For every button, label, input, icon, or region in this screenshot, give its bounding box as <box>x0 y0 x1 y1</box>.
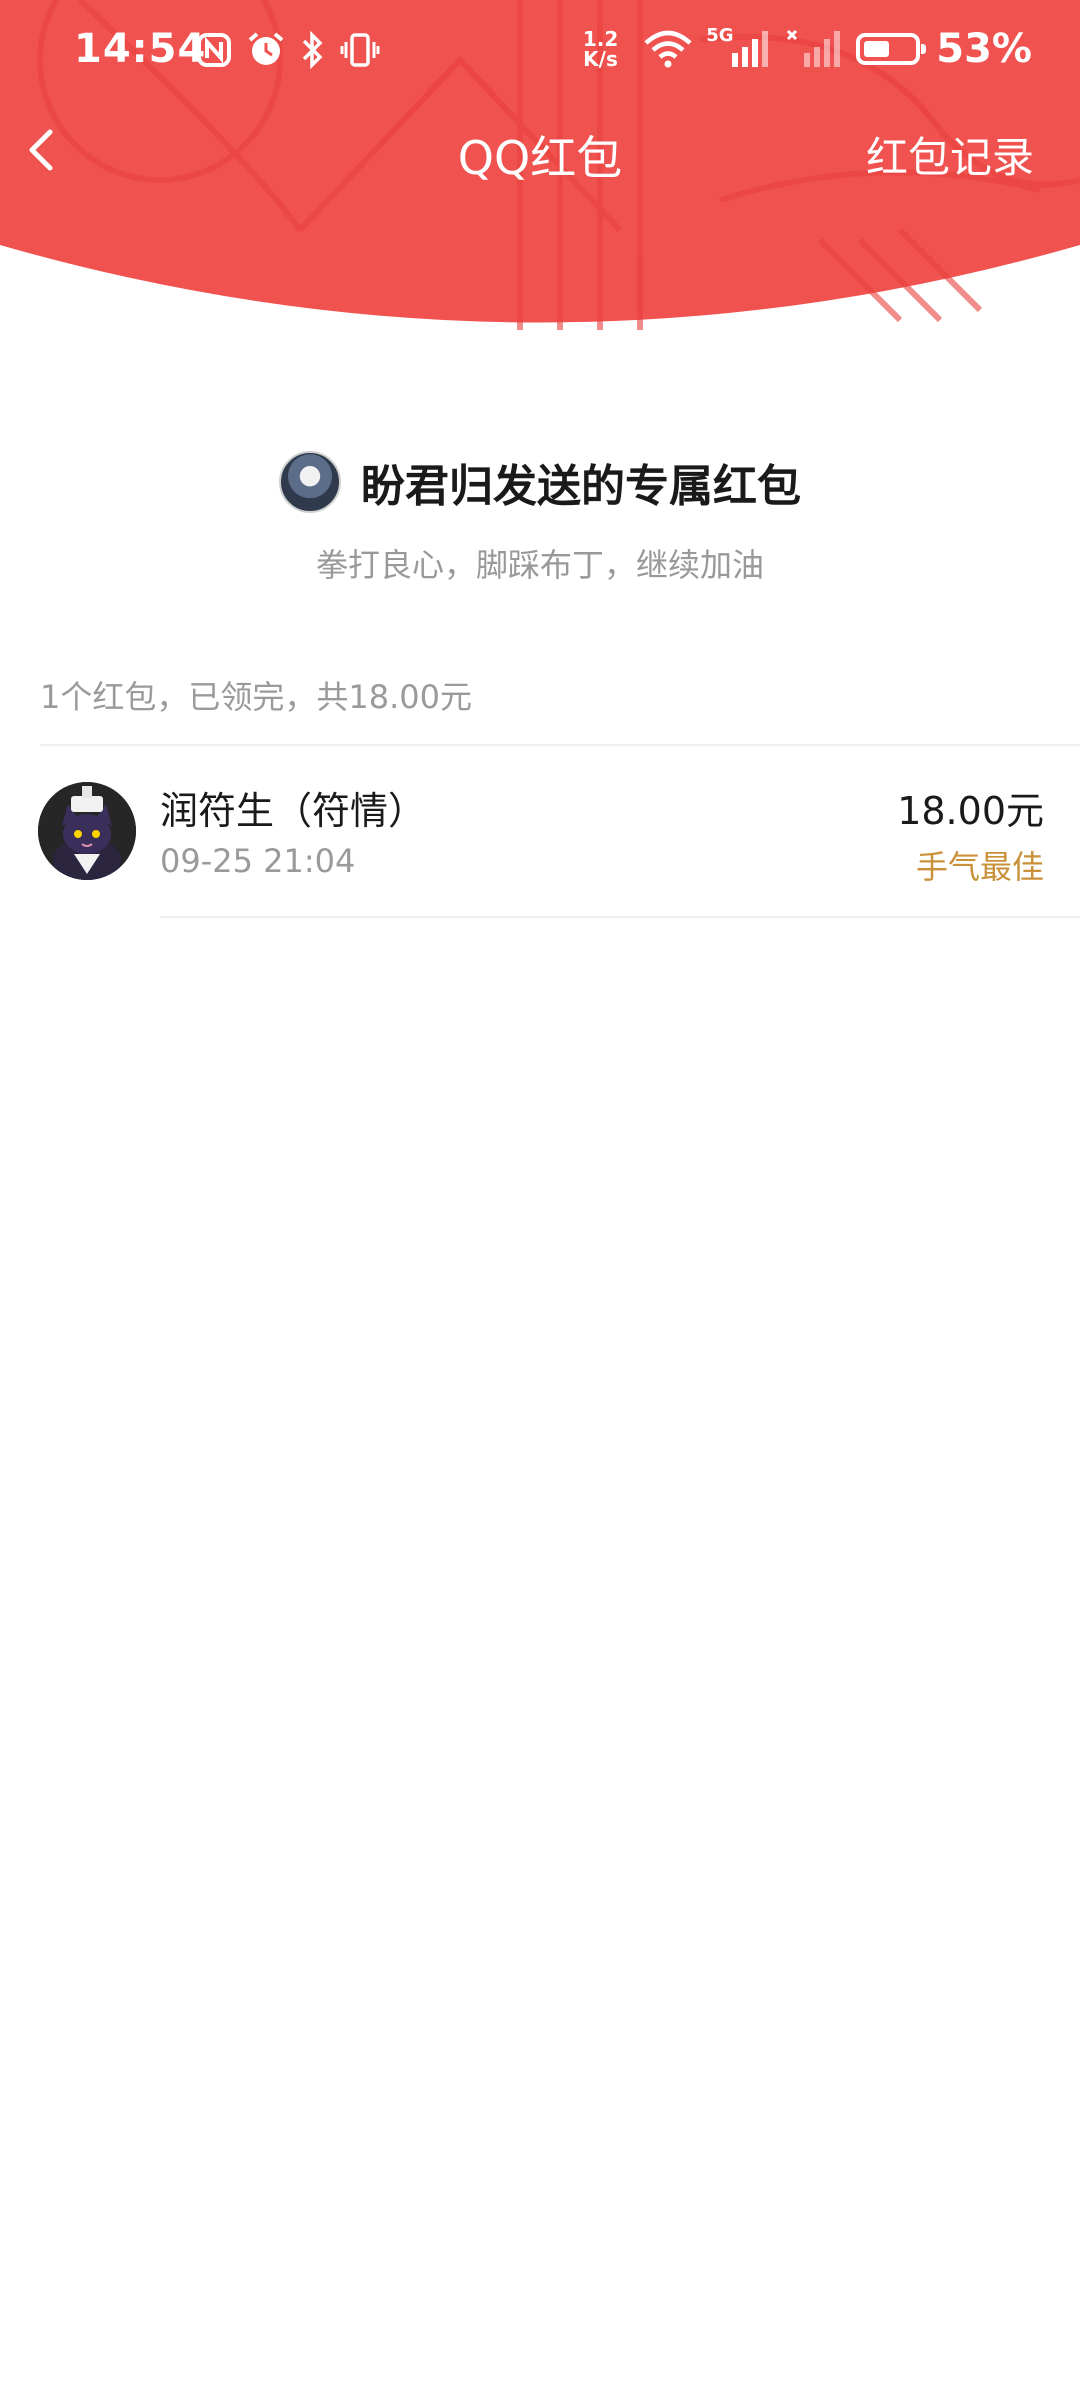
sender-avatar[interactable] <box>279 451 341 513</box>
battery-fill <box>864 41 890 57</box>
network-speed: 1.2 K/s <box>583 29 618 69</box>
alarm-icon <box>248 32 284 65</box>
battery-percent: 53% <box>936 26 1032 72</box>
avatar[interactable] <box>38 782 136 880</box>
divider <box>160 916 1080 918</box>
battery-icon <box>856 33 927 65</box>
signal-5g: 5G <box>706 25 772 69</box>
red-packet-records-link[interactable]: 红包记录 <box>866 124 1034 185</box>
sender-wish: 拳打良心，脚踩布丁，继续加油 <box>315 546 764 584</box>
signal-sim2-icon <box>787 29 841 67</box>
claim-time: 09-25 21:04 <box>160 842 356 880</box>
recipient-name: 润符生（符情） <box>160 789 427 833</box>
claim-amount: 18.00元 <box>897 789 1044 833</box>
signal-icon <box>732 31 769 67</box>
best-luck-badge: 手气最佳 <box>915 848 1044 886</box>
sender-header: 盼君归发送的专属红包 <box>0 450 1080 514</box>
status-left-icons <box>196 30 380 70</box>
status-bar: 14:54 1.2 K/s 5G 53% <box>0 0 1080 104</box>
list-item[interactable]: 润符生（符情） 09-25 21:04 18.00元 手气最佳 <box>0 746 1080 918</box>
network-speed-unit: K/s <box>583 47 618 71</box>
status-right-icons: 1.2 K/s 5G 53% <box>583 25 1032 72</box>
nfc-icon <box>197 33 231 67</box>
wifi-icon <box>644 30 692 68</box>
vibrate-icon <box>340 33 380 67</box>
status-time: 14:54 <box>74 26 207 72</box>
cartoon-cat-avatar-icon <box>38 782 136 880</box>
network-speed-value: 1.2 <box>582 27 619 51</box>
packet-summary: 1个红包，已领完，共18.00元 <box>40 678 472 716</box>
bluetooth-icon <box>302 30 323 70</box>
sender-title: 盼君归发送的专属红包 <box>361 461 801 512</box>
